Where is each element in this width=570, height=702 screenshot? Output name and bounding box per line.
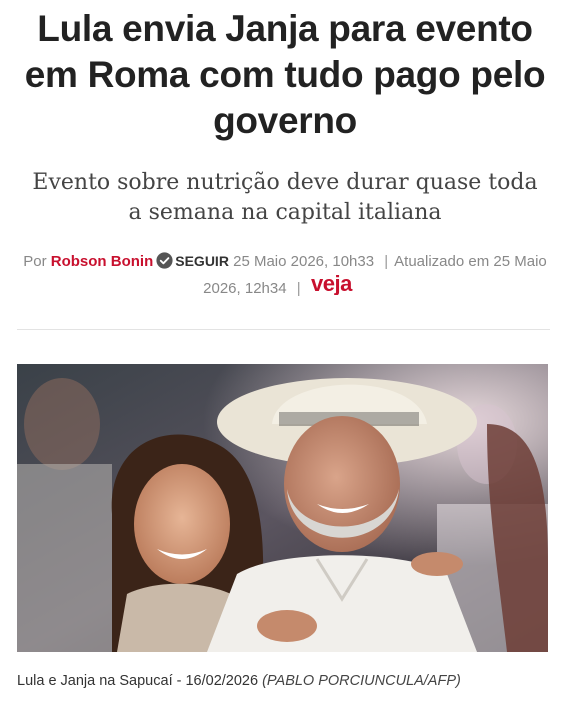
caption-text: Lula e Janja na Sapucaí - 16/02/2026 (17, 673, 259, 689)
veja-logo-text: veja (311, 273, 353, 295)
header-divider (17, 329, 550, 330)
verified-check-icon (156, 252, 173, 269)
byline-separator-2: | (296, 280, 301, 297)
byline-prefix: Por (23, 253, 47, 270)
photo-credit: (PABLO PORCIUNCULA/AFP) (262, 673, 461, 689)
photo-illustration (17, 364, 548, 652)
veja-logo[interactable]: veja (311, 273, 367, 295)
author-link[interactable]: Robson Bonin (51, 253, 153, 270)
article-byline: Por Robson Bonin SEGUIR 25 Maio 2026, 10… (12, 250, 558, 300)
photo-caption: Lula e Janja na Sapucaí - 16/02/2026 (PA… (17, 673, 560, 689)
published-date: 25 Maio 2026, 10h33 (233, 253, 375, 270)
article-photo (17, 364, 548, 652)
byline-separator: | (384, 253, 389, 270)
follow-button[interactable]: SEGUIR (175, 253, 229, 269)
article-headline: Lula envia Janja para evento em Roma com… (24, 8, 546, 141)
article-subtitle: Evento sobre nutrição deve durar quase t… (32, 170, 538, 225)
updated-prefix: Atualizado em (394, 253, 490, 270)
